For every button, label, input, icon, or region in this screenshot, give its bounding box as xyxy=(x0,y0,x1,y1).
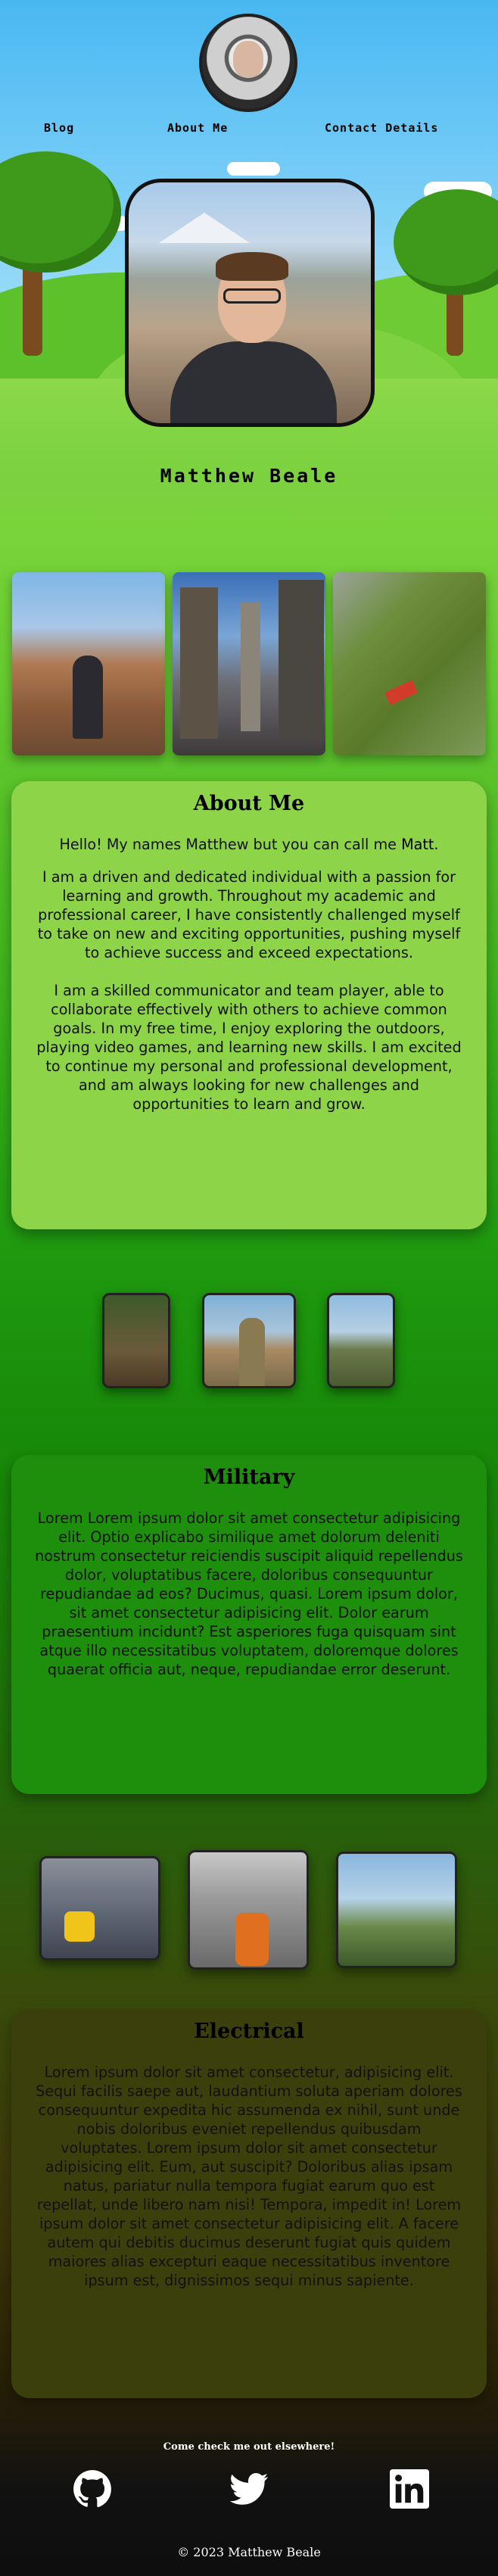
header-avatar[interactable] xyxy=(199,14,297,112)
photo-forest-trail xyxy=(102,1293,170,1388)
portrait-glasses xyxy=(223,288,281,304)
electrical-text: Lorem ipsum dolor sit amet consectetur, … xyxy=(36,2064,462,2289)
about-paragraph-2: I am a skilled communicator and team pla… xyxy=(36,982,462,1113)
photo-building xyxy=(180,587,218,739)
avatar-face xyxy=(233,41,263,77)
main-nav: Blog About Me Contact Details xyxy=(0,121,498,138)
photo-person xyxy=(239,1318,265,1386)
photo-group xyxy=(327,1293,395,1388)
linkedin-icon-glyph xyxy=(390,2469,429,2509)
nav-contact-link[interactable]: Contact Details xyxy=(325,121,438,135)
portrait-mountain xyxy=(159,213,250,243)
profile-portrait xyxy=(125,179,375,427)
twitter-icon[interactable] xyxy=(229,2469,269,2509)
military-title: Military xyxy=(203,1466,295,1489)
portrait-hair xyxy=(216,252,288,281)
hero-name: Matthew Beale xyxy=(160,465,338,487)
military-text: Lorem Lorem ipsum dolor sit amet consect… xyxy=(35,1509,463,1678)
photo-building xyxy=(279,580,324,739)
portrait-body xyxy=(170,341,337,423)
footer-heading: Come check me out elsewhere! xyxy=(163,2441,335,2453)
photo-grand-canyon xyxy=(12,572,165,755)
electrical-card: Electrical Lorem ipsum dolor sit amet co… xyxy=(11,2009,487,2398)
photo-hivis xyxy=(64,1911,95,1942)
twitter-icon-glyph xyxy=(229,2473,269,2505)
photo-bungee xyxy=(333,572,486,755)
github-icon[interactable] xyxy=(73,2469,112,2509)
about-title: About Me xyxy=(193,792,305,815)
photo-electrical-work xyxy=(39,1856,160,1961)
photo-city-street xyxy=(173,572,325,755)
nav-about-link[interactable]: About Me xyxy=(167,121,228,135)
footer-copyright: © 2023 Matthew Beale xyxy=(177,2545,321,2559)
photo-person xyxy=(73,656,103,739)
photo-worker xyxy=(235,1913,269,1966)
about-card: About Me Hello! My names Matthew but you… xyxy=(11,781,487,1229)
nav-blog-link[interactable]: Blog xyxy=(44,121,74,135)
linkedin-icon[interactable] xyxy=(390,2469,429,2509)
cloud xyxy=(227,162,280,176)
photo-tower xyxy=(241,603,260,731)
photo-jumper xyxy=(384,680,418,706)
photo-soldier xyxy=(202,1293,296,1388)
military-card: Military Lorem Lorem ipsum dolor sit ame… xyxy=(11,1455,487,1794)
electrical-title: Electrical xyxy=(194,2020,304,2043)
about-intro-text: Hello! My names Matthew but you can call… xyxy=(59,836,402,853)
photo-switchboard xyxy=(188,1850,309,1970)
photo-site-outdoor xyxy=(336,1852,457,1968)
about-intro-punct: . xyxy=(434,836,439,853)
github-icon-glyph xyxy=(73,2470,111,2508)
about-intro-name: Matt xyxy=(401,836,434,853)
about-intro: Hello! My names Matthew but you can call… xyxy=(34,835,464,854)
about-paragraph-1: I am a driven and dedicated individual w… xyxy=(37,868,461,961)
